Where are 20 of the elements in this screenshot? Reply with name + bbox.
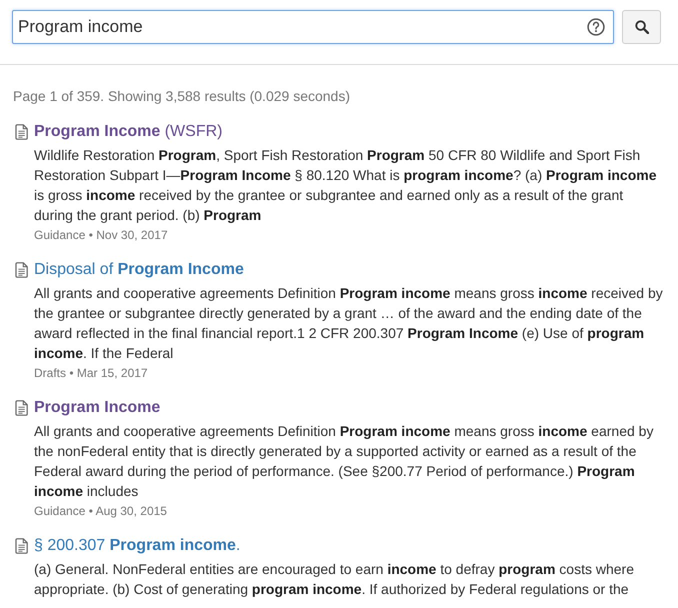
search-field[interactable]: Program income	[12, 10, 614, 44]
search-button[interactable]	[622, 10, 661, 44]
result-snippet: Wildlife Restoration Program, Sport Fish Restoration Program 50 CFR 80 Wildlife and Sport Fish Restoration Subpart I—Program Income § 80.120 What is program income? (a) Program income is gross income received by the grantee or subgrantee and earned only as a result of the grant during the grant period. (b) Program	[34, 146, 658, 225]
document-icon	[15, 262, 28, 278]
document-icon	[15, 400, 28, 416]
document-icon	[15, 538, 28, 554]
result-snippet: All grants and cooperative agreements Definition Program income means gross income received by the grantee or subgrantee directly generated by a grant … of the award and the ending date of the award reflected in the final financial report.1 2 CFR 200.307 Program Income (e) Use of program income. If the Federal	[34, 284, 664, 363]
result-snippet: (a) General. NonFederal entities are encouraged to earn income to defray program costs where appropriate. (b) Cost of generating program income. If authorized by Federal regulations or the	[34, 560, 635, 599]
result-title-link[interactable]: § 200.307 Program income.	[34, 535, 240, 557]
results-summary: Page 1 of 359. Showing 3,588 results (0.029 seconds)	[13, 87, 350, 106]
result-title-link[interactable]: Disposal of Program Income	[34, 259, 244, 281]
result-meta: Guidance • Aug 30, 2015	[34, 503, 167, 520]
result-title-link[interactable]: Program Income (WSFR)	[34, 121, 222, 143]
result-snippet: All grants and cooperative agreements Definition Program income means gross income earned by the nonFederal entity that is directly generated by a supported activity or earned as a result of the Federal award during the period of performance. (See §200.77 Period of performance.) Program income includes	[34, 422, 654, 501]
result-meta: Drafts • Mar 15, 2017	[34, 365, 148, 382]
result-title-link[interactable]: Program Income	[34, 397, 160, 419]
result-meta: Guidance • Nov 30, 2017	[34, 227, 168, 244]
help-icon[interactable]	[587, 18, 605, 36]
document-icon	[15, 124, 28, 140]
search-icon	[634, 20, 648, 34]
